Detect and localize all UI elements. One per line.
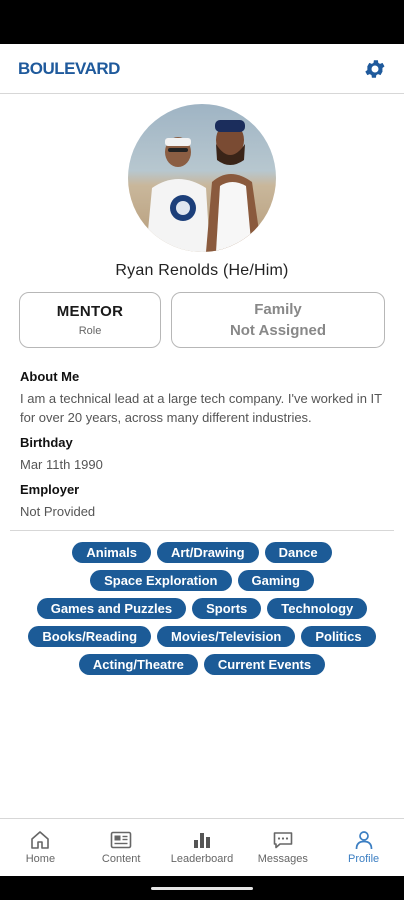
- nav-home[interactable]: Home: [0, 819, 81, 876]
- birthday-section: Birthday Mar 11th 1990: [20, 435, 384, 474]
- birthday-value: Mar 11th 1990: [20, 457, 103, 472]
- interest-tag: Movies/Television: [157, 626, 296, 647]
- app-screen: BOULEVARD Ryan Renolds (He/Him) MENTOR R…: [0, 44, 404, 876]
- nav-label-content: Content: [101, 853, 141, 865]
- role-label: Role: [78, 325, 102, 337]
- interest-tag: Animals: [72, 542, 151, 563]
- employer-value: Not Provided: [20, 504, 96, 519]
- employer-label: Employer: [20, 482, 80, 497]
- interest-tag: Games and Puzzles: [36, 598, 187, 619]
- nav-content[interactable]: Content: [81, 819, 162, 876]
- family-status: Not Assigned: [229, 322, 327, 339]
- nav-label-messages: Messages: [257, 853, 308, 865]
- nav-profile[interactable]: Profile: [323, 819, 404, 876]
- birthday-label: Birthday: [20, 435, 73, 450]
- system-nav-bar: [0, 876, 404, 900]
- nav-label-leaderboard: Leaderboard: [170, 853, 234, 865]
- profile-name: Ryan Renolds (He/Him): [115, 262, 289, 279]
- about-section: About Me I am a technical lead at a larg…: [20, 369, 384, 427]
- settings-button[interactable]: [362, 56, 388, 82]
- employer-section: Employer Not Provided: [20, 482, 384, 521]
- status-bar: [0, 0, 404, 44]
- family-label: Family: [254, 301, 302, 318]
- nav-label-home: Home: [25, 853, 56, 865]
- nav-leaderboard[interactable]: Leaderboard: [162, 819, 243, 876]
- nav-messages[interactable]: Messages: [242, 819, 323, 876]
- nav-label-profile: Profile: [347, 853, 380, 865]
- home-indicator[interactable]: [151, 887, 253, 890]
- bottom-nav: Home Content Leaderboard Messages Profil…: [0, 818, 404, 876]
- leaderboard-icon: [193, 833, 210, 848]
- about-text: I am a technical lead at a large tech co…: [20, 391, 382, 425]
- content-icon: [110, 831, 132, 849]
- app-logo: BOULEVARD: [18, 58, 120, 78]
- family-card[interactable]: Family Not Assigned: [171, 292, 385, 348]
- interest-tag: Books/Reading: [28, 626, 152, 647]
- interest-tag: Politics: [301, 626, 376, 647]
- home-icon: [31, 831, 50, 849]
- interest-tag: Current Events: [203, 654, 326, 675]
- avatar[interactable]: [128, 104, 276, 252]
- about-label: About Me: [20, 369, 80, 384]
- interest-tag: Art/Drawing: [156, 542, 259, 563]
- role-card: MENTOR Role: [19, 292, 161, 348]
- interest-tag: Gaming: [237, 570, 314, 591]
- interest-tag: Acting/Theatre: [78, 654, 198, 675]
- interest-tags: Animals Art/Drawing Dance Space Explorat…: [0, 531, 404, 675]
- role-title: MENTOR: [56, 303, 124, 320]
- interest-tag: Space Exploration: [90, 570, 232, 591]
- interest-tag: Sports: [192, 598, 262, 619]
- gear-icon: [365, 59, 385, 78]
- profile-icon: [355, 831, 372, 850]
- interest-tag: Dance: [264, 542, 332, 563]
- interest-tag: Technology: [267, 598, 368, 619]
- messages-icon: [273, 832, 293, 849]
- app-header: BOULEVARD: [0, 44, 404, 94]
